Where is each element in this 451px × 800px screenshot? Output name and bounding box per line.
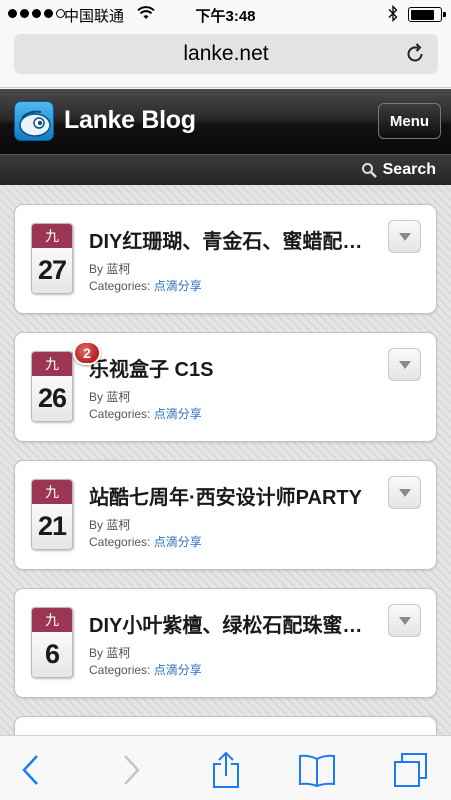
- chevron-down-icon: [398, 488, 411, 497]
- back-icon: [22, 755, 38, 785]
- reload-icon[interactable]: [404, 43, 426, 65]
- status-time: 下午3:48: [195, 8, 256, 25]
- post-categories-line: Categories: 点滴分享: [89, 533, 202, 550]
- categories-label: Categories:: [89, 407, 154, 421]
- menu-button[interactable]: Menu: [378, 103, 441, 139]
- site-title[interactable]: Lanke Blog: [64, 106, 196, 135]
- post-author: 蓝柯: [106, 518, 131, 532]
- bluetooth-icon: [388, 5, 398, 22]
- post-category-link[interactable]: 点滴分享: [154, 535, 202, 549]
- post-categories-line: Categories: 点滴分享: [89, 277, 202, 294]
- tabs-button[interactable]: [391, 750, 431, 790]
- post-card[interactable]: 九 26 乐视盒子 C1S 2 By 蓝柯 Categories: 点滴分享: [14, 332, 437, 442]
- expand-toggle-button[interactable]: [388, 348, 421, 381]
- expand-toggle-button[interactable]: [388, 604, 421, 637]
- post-category-link[interactable]: 点滴分享: [154, 279, 202, 293]
- chevron-down-icon: [398, 360, 411, 369]
- post-author: 蓝柯: [106, 262, 131, 276]
- by-prefix: By: [89, 390, 107, 404]
- by-prefix: By: [89, 262, 107, 276]
- post-author: 蓝柯: [106, 390, 131, 404]
- share-button[interactable]: [206, 750, 246, 790]
- browser-address-area: lanke.net: [0, 28, 451, 88]
- post-author-line: By 蓝柯: [89, 644, 130, 661]
- status-bar: 中国联通 下午3:48: [0, 0, 451, 28]
- expand-toggle-button[interactable]: [388, 220, 421, 253]
- post-day: 6: [32, 632, 72, 677]
- site-header: Lanke Blog Menu: [0, 89, 451, 154]
- by-prefix: By: [89, 646, 107, 660]
- post-author-line: By 蓝柯: [89, 516, 130, 533]
- url-text: lanke.net: [183, 42, 269, 65]
- post-card[interactable]: 九 6 DIY小叶紫檀、绿松石配珠蜜蜡手串 By 蓝柯 Categories: …: [14, 588, 437, 698]
- post-month: 九: [32, 608, 72, 632]
- post-date-badge: 九 27: [31, 223, 73, 294]
- search-button[interactable]: Search: [361, 161, 436, 179]
- forward-button[interactable]: [111, 750, 151, 790]
- post-month: 九: [32, 224, 72, 248]
- post-card-partial[interactable]: [14, 716, 437, 735]
- post-day: 26: [32, 376, 72, 421]
- share-icon: [213, 751, 239, 788]
- tabs-icon: [394, 753, 427, 787]
- post-card[interactable]: 九 27 DIY红珊瑚、青金石、蜜蜡配珠手串 By 蓝柯 Categories:…: [14, 204, 437, 314]
- back-button[interactable]: [11, 750, 51, 790]
- post-author: 蓝柯: [106, 646, 131, 660]
- post-title[interactable]: DIY小叶紫檀、绿松石配珠蜜蜡手串: [89, 609, 379, 638]
- post-title[interactable]: 站酷七周年·西安设计师PARTY: [89, 481, 379, 510]
- bookmarks-icon: [299, 754, 335, 787]
- post-title[interactable]: DIY红珊瑚、青金石、蜜蜡配珠手串: [89, 225, 379, 254]
- categories-label: Categories:: [89, 279, 154, 293]
- post-author-line: By 蓝柯: [89, 260, 130, 277]
- post-categories-line: Categories: 点滴分享: [89, 661, 202, 678]
- post-date-badge: 九 26: [31, 351, 73, 422]
- bookmarks-button[interactable]: [297, 750, 337, 790]
- address-bar[interactable]: lanke.net: [14, 34, 438, 74]
- post-day: 21: [32, 504, 72, 549]
- chevron-down-icon: [398, 232, 411, 241]
- post-author-line: By 蓝柯: [89, 388, 130, 405]
- categories-label: Categories:: [89, 535, 154, 549]
- post-month: 九: [32, 480, 72, 504]
- comment-count-badge[interactable]: 2: [73, 341, 101, 365]
- by-prefix: By: [89, 518, 107, 532]
- search-bar: Search: [0, 154, 451, 185]
- post-day: 27: [32, 248, 72, 293]
- forward-icon: [124, 755, 140, 785]
- post-card[interactable]: 九 21 站酷七周年·西安设计师PARTY By 蓝柯 Categories: …: [14, 460, 437, 570]
- chevron-down-icon: [398, 616, 411, 625]
- post-category-link[interactable]: 点滴分享: [154, 663, 202, 677]
- battery-icon: [408, 7, 446, 22]
- post-categories-line: Categories: 点滴分享: [89, 405, 202, 422]
- expand-toggle-button[interactable]: [388, 476, 421, 509]
- post-month: 九: [32, 352, 72, 376]
- post-date-badge: 九 21: [31, 479, 73, 550]
- search-icon: [361, 163, 377, 178]
- post-list: 九 27 DIY红珊瑚、青金石、蜜蜡配珠手串 By 蓝柯 Categories:…: [0, 185, 451, 735]
- site-logo[interactable]: [14, 101, 54, 141]
- browser-toolbar: [0, 735, 451, 800]
- post-title[interactable]: 乐视盒子 C1S: [89, 353, 379, 382]
- search-label: Search: [382, 161, 436, 178]
- post-date-badge: 九 6: [31, 607, 73, 678]
- post-category-link[interactable]: 点滴分享: [154, 407, 202, 421]
- categories-label: Categories:: [89, 663, 154, 677]
